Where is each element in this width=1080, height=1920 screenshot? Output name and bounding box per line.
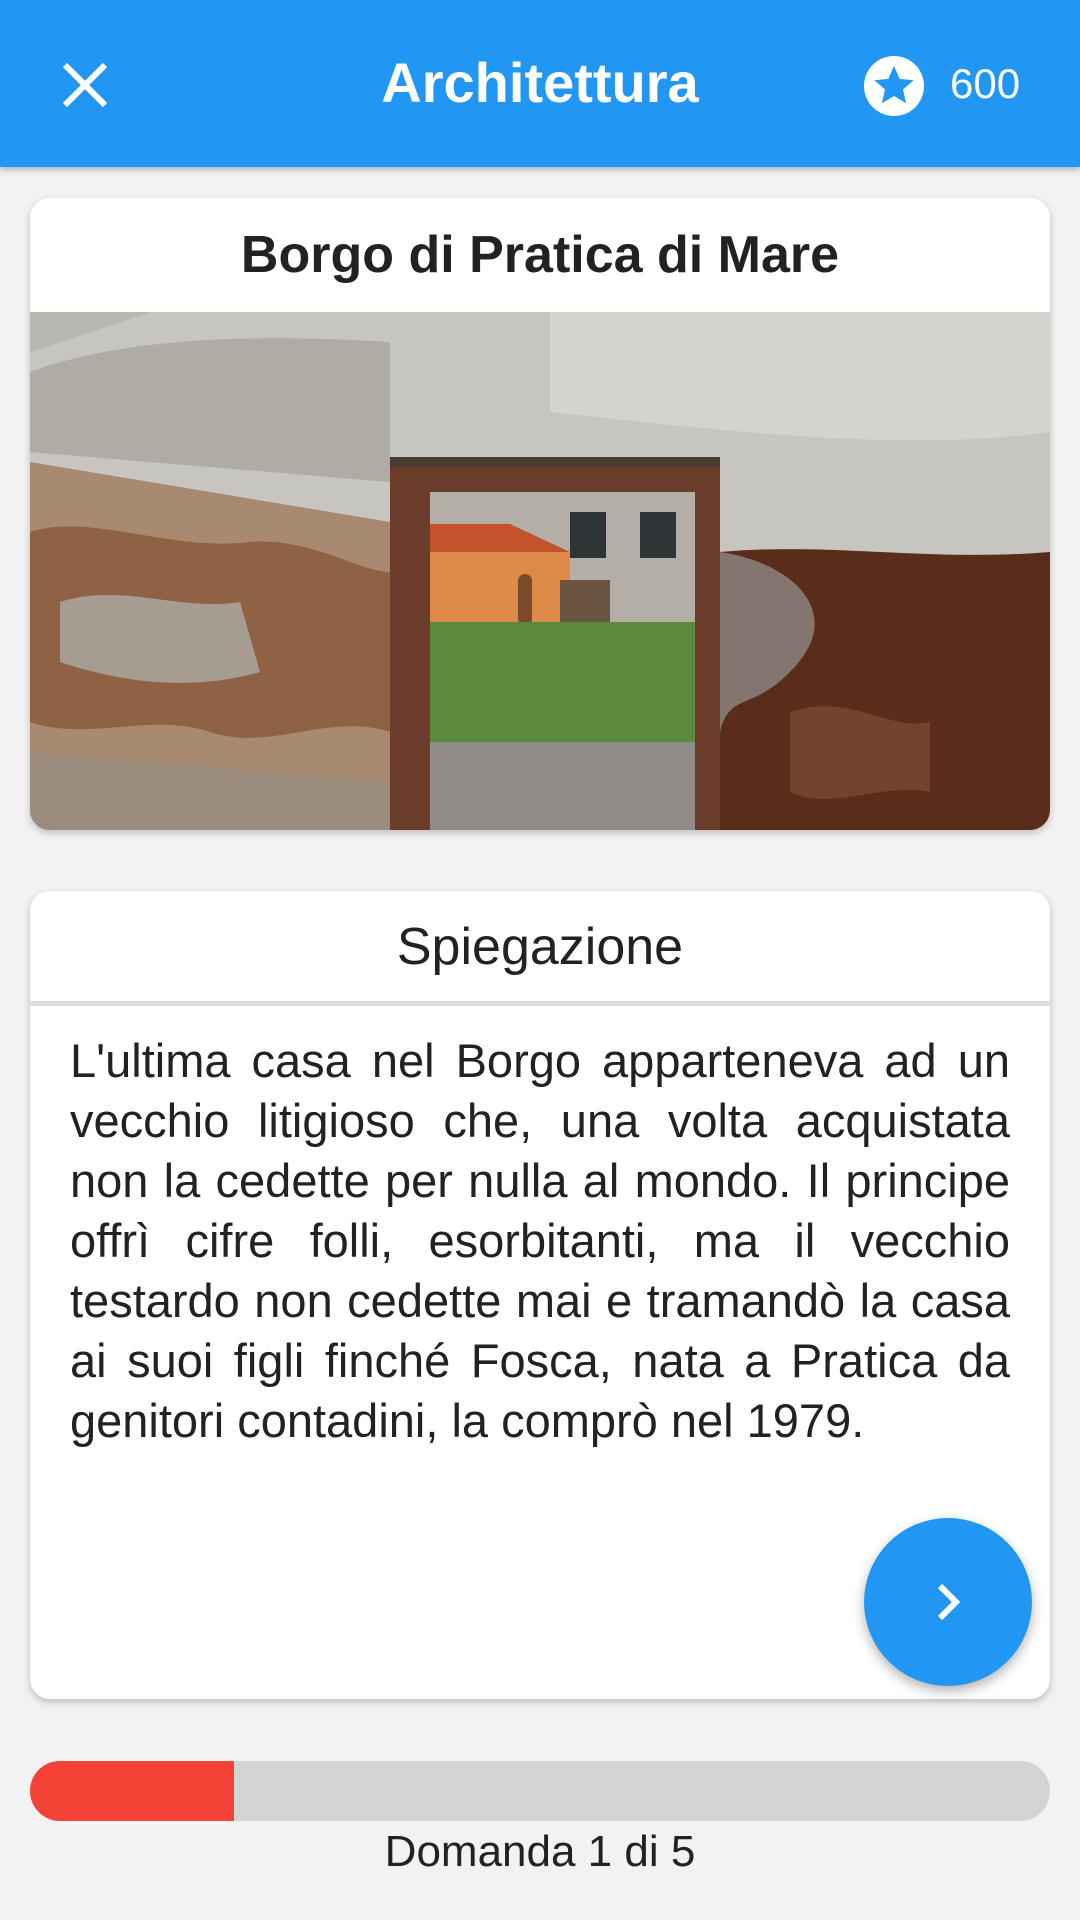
progress-bar xyxy=(30,1761,1050,1821)
score-value: 600 xyxy=(950,60,1021,107)
place-title: Borgo di Pratica di Mare xyxy=(240,226,840,284)
next-button[interactable] xyxy=(864,1518,1032,1686)
progress-fill xyxy=(30,1761,234,1821)
close-icon[interactable] xyxy=(55,55,115,115)
divider xyxy=(30,1001,1050,1006)
explanation-title: Spiegazione xyxy=(396,918,684,976)
place-photo xyxy=(30,312,1050,830)
app-bar: Architettura 600 xyxy=(0,0,1080,167)
star-circle-icon xyxy=(863,55,925,117)
chevron-right-icon xyxy=(937,1583,961,1621)
explanation-text: L'ultima casa nel Borgo apparteneva ad u… xyxy=(70,1034,1010,1447)
progress-label: Domanda 1 di 5 xyxy=(384,1827,696,1876)
photo-card: Borgo di Pratica di Mare xyxy=(30,198,1050,830)
page-title: Architettura xyxy=(381,51,699,114)
